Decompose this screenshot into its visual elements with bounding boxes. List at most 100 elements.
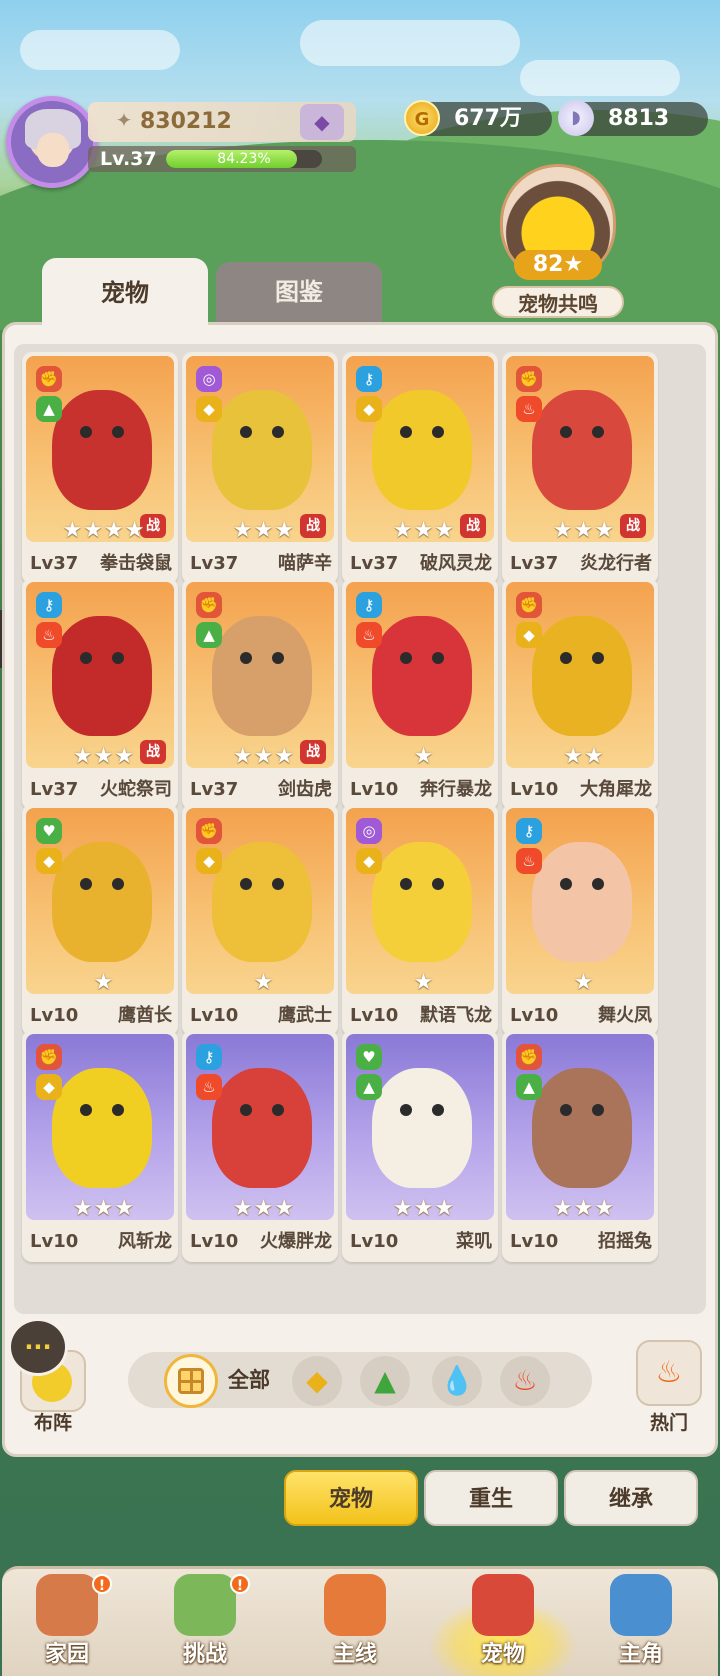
nav-label: 挑战 xyxy=(182,1642,227,1667)
pet-portrait xyxy=(52,616,152,736)
pet-level: Lv10 xyxy=(350,1005,399,1026)
fire-icon: ♨ xyxy=(196,1074,222,1100)
pet-portrait xyxy=(52,390,152,510)
pet-stars: ★★★ xyxy=(552,518,616,543)
nav-main-quest[interactable]: 主线 xyxy=(300,1574,410,1674)
formation-label: 布阵 xyxy=(33,1412,72,1434)
nav-hero[interactable]: 主角 xyxy=(586,1574,696,1674)
pet-art: ✊ ♨ 战 ★★★ xyxy=(506,356,654,543)
pet-stars: ★ xyxy=(93,970,115,995)
pet-card[interactable]: ✊ ▲ 战 ★★★ Lv37 剑齿虎 xyxy=(182,578,338,810)
filter-leaf-button[interactable]: ▲ xyxy=(360,1356,410,1406)
player-level: Lv.37 xyxy=(100,148,157,170)
pet-portrait xyxy=(372,616,472,736)
pet-card[interactable]: ✊ ◆ ★★★ Lv10 风斩龙 xyxy=(22,1030,178,1262)
pet-level: Lv10 xyxy=(30,1005,79,1026)
pet-name: 大角犀龙 xyxy=(580,779,652,800)
inherit-button[interactable]: 继承 xyxy=(564,1470,698,1526)
pet-art: ✊ ▲ ★★★ xyxy=(506,1034,654,1221)
pet-portrait xyxy=(532,616,632,736)
exp-percent: 84.23% xyxy=(217,151,271,167)
pet-name: 破风灵龙 xyxy=(420,553,492,574)
fist-icon: ✊ xyxy=(196,592,222,618)
pet-name: 喵萨辛 xyxy=(278,553,332,574)
pet-card[interactable]: ✊ ♨ 战 ★★★ Lv37 炎龙行者 xyxy=(502,352,658,584)
player-avatar[interactable] xyxy=(6,96,98,188)
nav-label: 家园 xyxy=(44,1642,89,1667)
water-icon: 💧 xyxy=(439,1364,475,1397)
pet-resonance-button[interactable]: 82★ 宠物共鸣 xyxy=(484,164,632,318)
grid-icon xyxy=(178,1368,204,1394)
pet-level: Lv10 xyxy=(350,1231,399,1252)
pet-card[interactable]: ✊ ▲ ★★★ Lv10 招摇兔 xyxy=(502,1030,658,1262)
pet-name: 炎龙行者 xyxy=(580,553,652,574)
pet-level: Lv37 xyxy=(30,779,79,800)
earth-icon: ◆ xyxy=(196,848,222,874)
fire-icon: ♨ xyxy=(516,396,542,422)
pet-card[interactable]: ♥ ◆ ★ Lv10 鹰酋长 xyxy=(22,804,178,1036)
gold-value: 677万 xyxy=(454,106,522,131)
pet-art: ◎ ◆ ★ xyxy=(346,808,494,995)
pet-card[interactable]: ◎ ◆ ★ Lv10 默语飞龙 xyxy=(342,804,498,1036)
pet-card[interactable]: ⚷ ♨ ★ Lv10 奔行暴龙 xyxy=(342,578,498,810)
nav-challenge[interactable]: ! 挑战 xyxy=(150,1574,260,1674)
pet-card[interactable]: ✊ ▲ 战 ★★★★ Lv37 拳击袋鼠 xyxy=(22,352,178,584)
chat-icon[interactable]: ··· xyxy=(8,1318,68,1376)
pet-card[interactable]: ✊ ◆ ★ Lv10 鹰武士 xyxy=(182,804,338,1036)
pet-card[interactable]: ⚷ ◆ 战 ★★★ Lv37 破风灵龙 xyxy=(342,352,498,584)
pet-portrait xyxy=(532,1068,632,1188)
filter-water-button[interactable]: 💧 xyxy=(432,1356,482,1406)
pet-card[interactable]: ⚷ ♨ ★★★ Lv10 火爆胖龙 xyxy=(182,1030,338,1262)
earth-icon: ◆ xyxy=(36,848,62,874)
pet-card[interactable]: ◎ ◆ 战 ★★★ Lv37 喵萨辛 xyxy=(182,352,338,584)
pet-portrait xyxy=(372,390,472,510)
reborn-button[interactable]: 重生 xyxy=(424,1470,558,1526)
leaf-icon: ▲ xyxy=(196,622,222,648)
nav-challenge-icon xyxy=(174,1574,236,1636)
pet-card[interactable]: ⚷ ♨ 战 ★★★ Lv37 火蛇祭司 xyxy=(22,578,178,810)
key-icon: ⚷ xyxy=(356,592,382,618)
pet-card[interactable]: ✊ ◆ ★★ Lv10 大角犀龙 xyxy=(502,578,658,810)
leaf-icon: ▲ xyxy=(374,1364,396,1397)
pet-stars: ★★★ xyxy=(232,1196,296,1221)
nav-home[interactable]: ! 家园 xyxy=(12,1574,122,1674)
pet-level: Lv37 xyxy=(190,779,239,800)
pet-art: ⚷ ♨ ★★★ xyxy=(186,1034,334,1221)
filter-fire-button[interactable]: ♨ xyxy=(500,1356,550,1406)
pet-name: 舞火凤 xyxy=(598,1005,652,1026)
pet-name: 奔行暴龙 xyxy=(420,779,492,800)
nav-label: 宠物 xyxy=(480,1642,525,1667)
pet-portrait xyxy=(532,842,632,962)
pet-art: ⚷ ◆ 战 ★★★ xyxy=(346,356,494,543)
pet-name: 火爆胖龙 xyxy=(260,1231,332,1252)
hot-sort-button[interactable]: ♨ xyxy=(636,1340,702,1406)
filter-earth-button[interactable]: ◆ xyxy=(292,1356,342,1406)
fist-icon: ✊ xyxy=(196,818,222,844)
nav-main-quest-icon xyxy=(324,1574,386,1636)
tab-pets[interactable]: 宠物 xyxy=(42,258,208,328)
pet-stars: ★★★ xyxy=(72,1196,136,1221)
power-detail-icon[interactable]: ◆ xyxy=(300,104,344,140)
pet-level: Lv37 xyxy=(510,553,559,574)
fire-icon: ♨ xyxy=(356,622,382,648)
nav-hero-icon xyxy=(610,1574,672,1636)
nav-home-icon xyxy=(36,1574,98,1636)
hot-label: 热门 xyxy=(649,1412,688,1434)
pet-portrait xyxy=(372,842,472,962)
pet-art: ⚷ ♨ ★ xyxy=(506,808,654,995)
alert-badge: ! xyxy=(230,1574,250,1594)
earth-icon: ◆ xyxy=(196,396,222,422)
pet-level: Lv37 xyxy=(30,553,79,574)
pet-name: 招摇兔 xyxy=(598,1231,652,1252)
pets-button[interactable]: 宠物 xyxy=(284,1470,418,1526)
nav-pets[interactable]: 宠物 xyxy=(448,1574,558,1674)
pet-art: ✊ ▲ 战 ★★★ xyxy=(186,582,334,769)
tab-codex[interactable]: 图鉴 xyxy=(216,262,382,322)
nav-label: 主角 xyxy=(618,1642,663,1667)
pet-stars: ★ xyxy=(413,744,435,769)
pet-art: ✊ ◆ ★★ xyxy=(506,582,654,769)
pet-card[interactable]: ⚷ ♨ ★ Lv10 舞火凤 xyxy=(502,804,658,1036)
fire-icon: ♨ xyxy=(36,622,62,648)
pet-stars: ★ xyxy=(573,970,595,995)
pet-card[interactable]: ♥ ▲ ★★★ Lv10 菜叽 xyxy=(342,1030,498,1262)
